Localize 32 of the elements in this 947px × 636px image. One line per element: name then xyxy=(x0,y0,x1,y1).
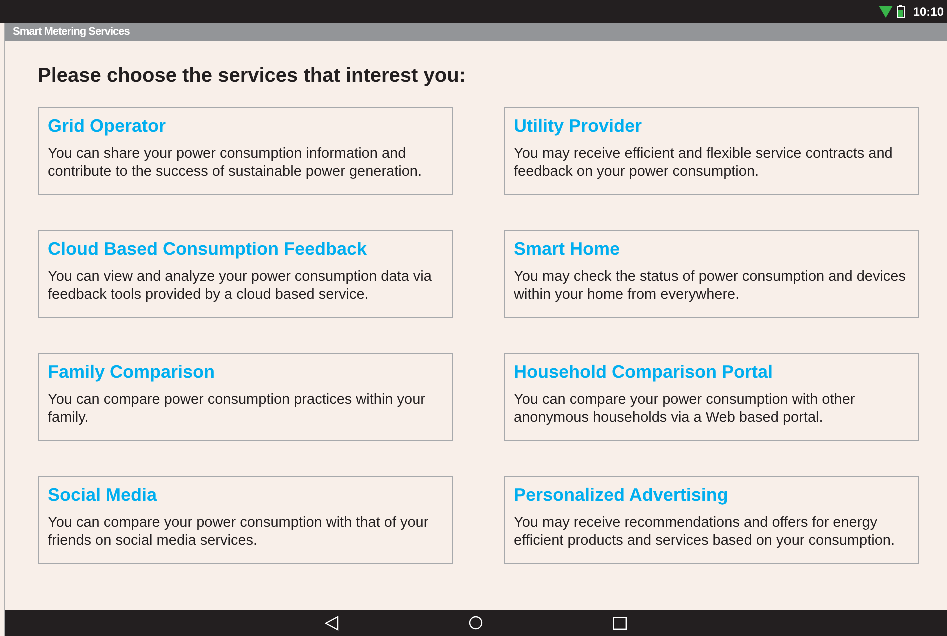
service-title: Grid Operator xyxy=(48,115,168,137)
clock: 10:10 xyxy=(913,4,944,20)
service-card[interactable]: Personalized Advertising You may receive recommendations and offers for energy efficient products and services based on your consumption. xyxy=(504,476,919,564)
service-description: You can view and analyze your power consumption data via feedback tools provided by a cloud based service. xyxy=(48,268,433,304)
service-description: You can compare your power consumption with that of your friends on social media services. xyxy=(48,514,430,550)
service-title: Family Comparison xyxy=(48,361,216,383)
service-card[interactable]: Cloud Based Consumption Feedback You can view and analyze your power consumption data via feedback tools provided by a cloud based service. xyxy=(38,230,453,318)
service-description: You can share your power consumption information and contribute to the success of sustainable power generation. xyxy=(48,145,424,181)
service-card[interactable]: Family Comparison You can compare power consumption practices within your family. xyxy=(38,353,453,441)
home-icon[interactable] xyxy=(469,616,483,630)
service-title: Social Media xyxy=(48,484,158,506)
service-card[interactable]: Utility Provider You may receive efficient and flexible service contracts and feedback on your power consumption. xyxy=(504,107,919,195)
service-description: You can compare power consumption practices within your family. xyxy=(48,391,426,427)
service-title: Utility Provider xyxy=(514,115,644,137)
overview-icon[interactable] xyxy=(613,616,627,630)
service-description: You may check the status of power consumption and devices within your home from everywhere. xyxy=(514,268,907,304)
service-title: Household Comparison Portal xyxy=(514,361,774,383)
back-icon[interactable] xyxy=(325,616,339,630)
service-title: Personalized Advertising xyxy=(514,484,730,506)
app-title: Smart Metering Services xyxy=(13,24,130,40)
service-description: You may receive recommendations and offers for energy efficient products and services based on your consumption. xyxy=(514,514,896,550)
service-card[interactable]: Household Comparison Portal You can compare your power consumption with other anonymous households via a Web based portal. xyxy=(504,353,919,441)
signal-icon xyxy=(879,6,894,18)
service-card[interactable]: Social Media You can compare your power consumption with that of your friends on social media services. xyxy=(38,476,453,564)
service-card[interactable]: Smart Home You may check the status of power consumption and devices within your home from everywhere. xyxy=(504,230,919,318)
service-title: Smart Home xyxy=(514,238,622,260)
battery-icon xyxy=(897,5,906,18)
service-description: You can compare your power consumption with other anonymous households via a Web based portal. xyxy=(514,391,856,427)
service-card[interactable]: Grid Operator You can share your power consumption information and contribute to the success of sustainable power generation. xyxy=(38,107,453,195)
service-description: You may receive efficient and flexible service contracts and feedback on your power consumption. xyxy=(514,145,894,181)
service-title: Cloud Based Consumption Feedback xyxy=(48,238,368,260)
page-heading: Please choose the services that interest you: xyxy=(38,64,467,89)
